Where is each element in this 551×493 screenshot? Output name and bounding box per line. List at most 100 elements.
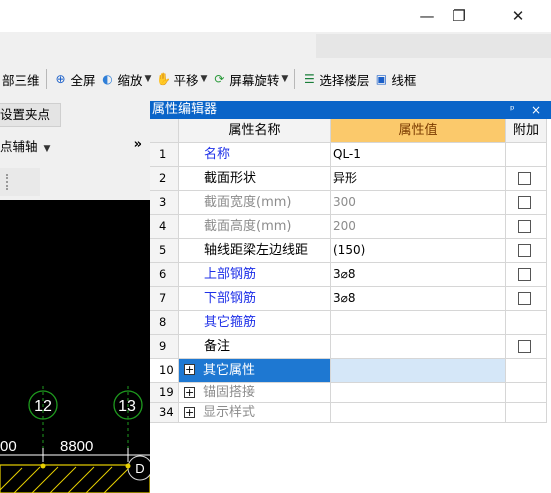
row-number: 7	[150, 287, 179, 311]
extra-cell	[506, 191, 547, 215]
property-name: 下部钢筋	[179, 287, 331, 311]
property-name: 备注	[179, 335, 331, 359]
screen-rotate-button[interactable]: ⟳ 屏幕旋转 ▼	[209, 67, 290, 91]
property-value[interactable]	[331, 335, 506, 359]
restore-icon: ❐	[452, 7, 466, 25]
chevron-down-icon: ▼	[43, 144, 51, 154]
row-number: 19	[150, 383, 179, 403]
property-value[interactable]: 300	[331, 191, 506, 215]
property-row[interactable]: 9 备注	[150, 335, 547, 359]
extra-cell	[506, 403, 547, 423]
zoom-button[interactable]: ◐ 缩放 ▼	[98, 67, 154, 91]
row-number: 1	[150, 143, 179, 167]
pin-icon[interactable]: ᵖ	[510, 101, 515, 119]
property-name: 截面形状	[179, 167, 331, 191]
property-row[interactable]: 5 轴线距梁左边线距 (150)	[150, 239, 547, 263]
more-icon[interactable]: »	[134, 134, 142, 156]
expand-icon[interactable]: +	[184, 364, 195, 375]
extra-checkbox[interactable]	[518, 244, 531, 257]
extra-checkbox[interactable]	[518, 196, 531, 209]
floor-icon: ☰	[303, 72, 315, 86]
grip-handle-icon	[6, 174, 10, 190]
group-label: 锚固搭接	[203, 385, 256, 400]
pan-label: 平移	[173, 72, 199, 88]
fullscreen-button[interactable]: ⊕ 全屏	[51, 67, 98, 91]
ribbon-strip	[316, 34, 551, 58]
header-property-value[interactable]: 属性值	[331, 119, 506, 143]
extra-cell	[506, 215, 547, 239]
header-extra[interactable]: 附加	[506, 119, 547, 143]
select-floor-label: 选择楼层	[319, 72, 370, 88]
close-icon[interactable]: ×	[531, 101, 541, 119]
toolbar-grip[interactable]	[0, 168, 40, 196]
ribbon-band	[0, 32, 551, 62]
property-value[interactable]	[331, 359, 506, 383]
property-row[interactable]: 2 截面形状 异形	[150, 167, 547, 191]
row-number: 5	[150, 239, 179, 263]
canvas-svg: 12 13 00 8800 D	[0, 386, 150, 493]
select-floor-button[interactable]: ☰ 选择楼层	[299, 67, 371, 91]
grid-header: 属性名称 属性值 附加	[150, 119, 547, 143]
property-editor-titlebar: 属性编辑器 ᵖ ×	[150, 101, 551, 119]
property-row[interactable]: 3 截面宽度(mm) 300	[150, 191, 547, 215]
pan-button[interactable]: ✋ 平移 ▼	[153, 67, 209, 91]
row-number: 2	[150, 167, 179, 191]
extra-cell	[506, 335, 547, 359]
extra-checkbox[interactable]	[518, 268, 531, 281]
wireframe-label: 线框	[391, 72, 417, 88]
close-window-button[interactable]: ✕	[495, 0, 541, 32]
extra-cell	[506, 287, 547, 311]
property-value[interactable]	[331, 311, 506, 335]
property-group-name: + 锚固搭接	[179, 383, 331, 403]
property-row[interactable]: 8 其它箍筋	[150, 311, 547, 335]
extra-checkbox[interactable]	[518, 340, 531, 353]
restore-button[interactable]: ❐	[436, 0, 482, 32]
property-name: 名称	[179, 143, 331, 167]
property-name: 截面高度(mm)	[179, 215, 331, 239]
group-label: 显示样式	[203, 405, 256, 420]
property-row[interactable]: 6 上部钢筋 3⌀8	[150, 263, 547, 287]
property-value[interactable]: QL-1	[331, 143, 506, 167]
property-value[interactable]: 3⌀8	[331, 287, 506, 311]
property-value[interactable]: 3⌀8	[331, 263, 506, 287]
header-property-name[interactable]: 属性名称	[179, 119, 331, 143]
property-row[interactable]: 4 截面高度(mm) 200	[150, 215, 547, 239]
aux-axis-label: 点辅轴	[0, 139, 38, 154]
property-row[interactable]: 1 名称 QL-1	[150, 143, 547, 167]
local-3d-button[interactable]: 部三维	[0, 67, 42, 91]
property-value[interactable]	[331, 383, 506, 403]
group-label: 其它属性	[203, 363, 256, 378]
property-group-row-selected[interactable]: 10 + 其它属性	[150, 359, 547, 383]
extra-cell	[506, 359, 547, 383]
axis-label-13: 13	[118, 398, 136, 415]
screen-rotate-label: 屏幕旋转	[229, 72, 280, 88]
property-group-row[interactable]: 19 + 锚固搭接	[150, 383, 547, 403]
fullscreen-icon: ⊕	[55, 72, 66, 86]
aux-axis-dropdown[interactable]: 点辅轴 ▼	[0, 136, 50, 160]
expand-icon[interactable]: +	[184, 407, 195, 418]
drawing-canvas[interactable]: 12 13 00 8800 D	[0, 200, 150, 493]
chevron-down-icon: ▼	[200, 74, 208, 84]
extra-cell	[506, 263, 547, 287]
pan-icon: ✋	[155, 72, 171, 86]
chevron-down-icon: ▼	[281, 74, 289, 84]
extra-checkbox[interactable]	[518, 220, 531, 233]
property-value[interactable]: 200	[331, 215, 506, 239]
property-row[interactable]: 7 下部钢筋 3⌀8	[150, 287, 547, 311]
property-group-name: + 其它属性	[179, 359, 331, 383]
extra-cell	[506, 143, 547, 167]
expand-icon[interactable]: +	[184, 387, 195, 398]
extra-checkbox[interactable]	[518, 292, 531, 305]
set-grip-point-button[interactable]: 设置夹点	[0, 103, 61, 127]
minimize-icon: —	[419, 7, 435, 25]
wireframe-button[interactable]: ▣ 线框	[371, 67, 418, 91]
property-name: 上部钢筋	[179, 263, 331, 287]
extra-checkbox[interactable]	[518, 172, 531, 185]
header-index	[150, 119, 179, 143]
property-value[interactable]	[331, 403, 506, 423]
extra-cell	[506, 311, 547, 335]
property-value[interactable]: 异形	[331, 167, 506, 191]
property-value[interactable]: (150)	[331, 239, 506, 263]
property-group-row[interactable]: 34 + 显示样式	[150, 403, 547, 423]
local-3d-label: 部三维	[2, 72, 40, 88]
